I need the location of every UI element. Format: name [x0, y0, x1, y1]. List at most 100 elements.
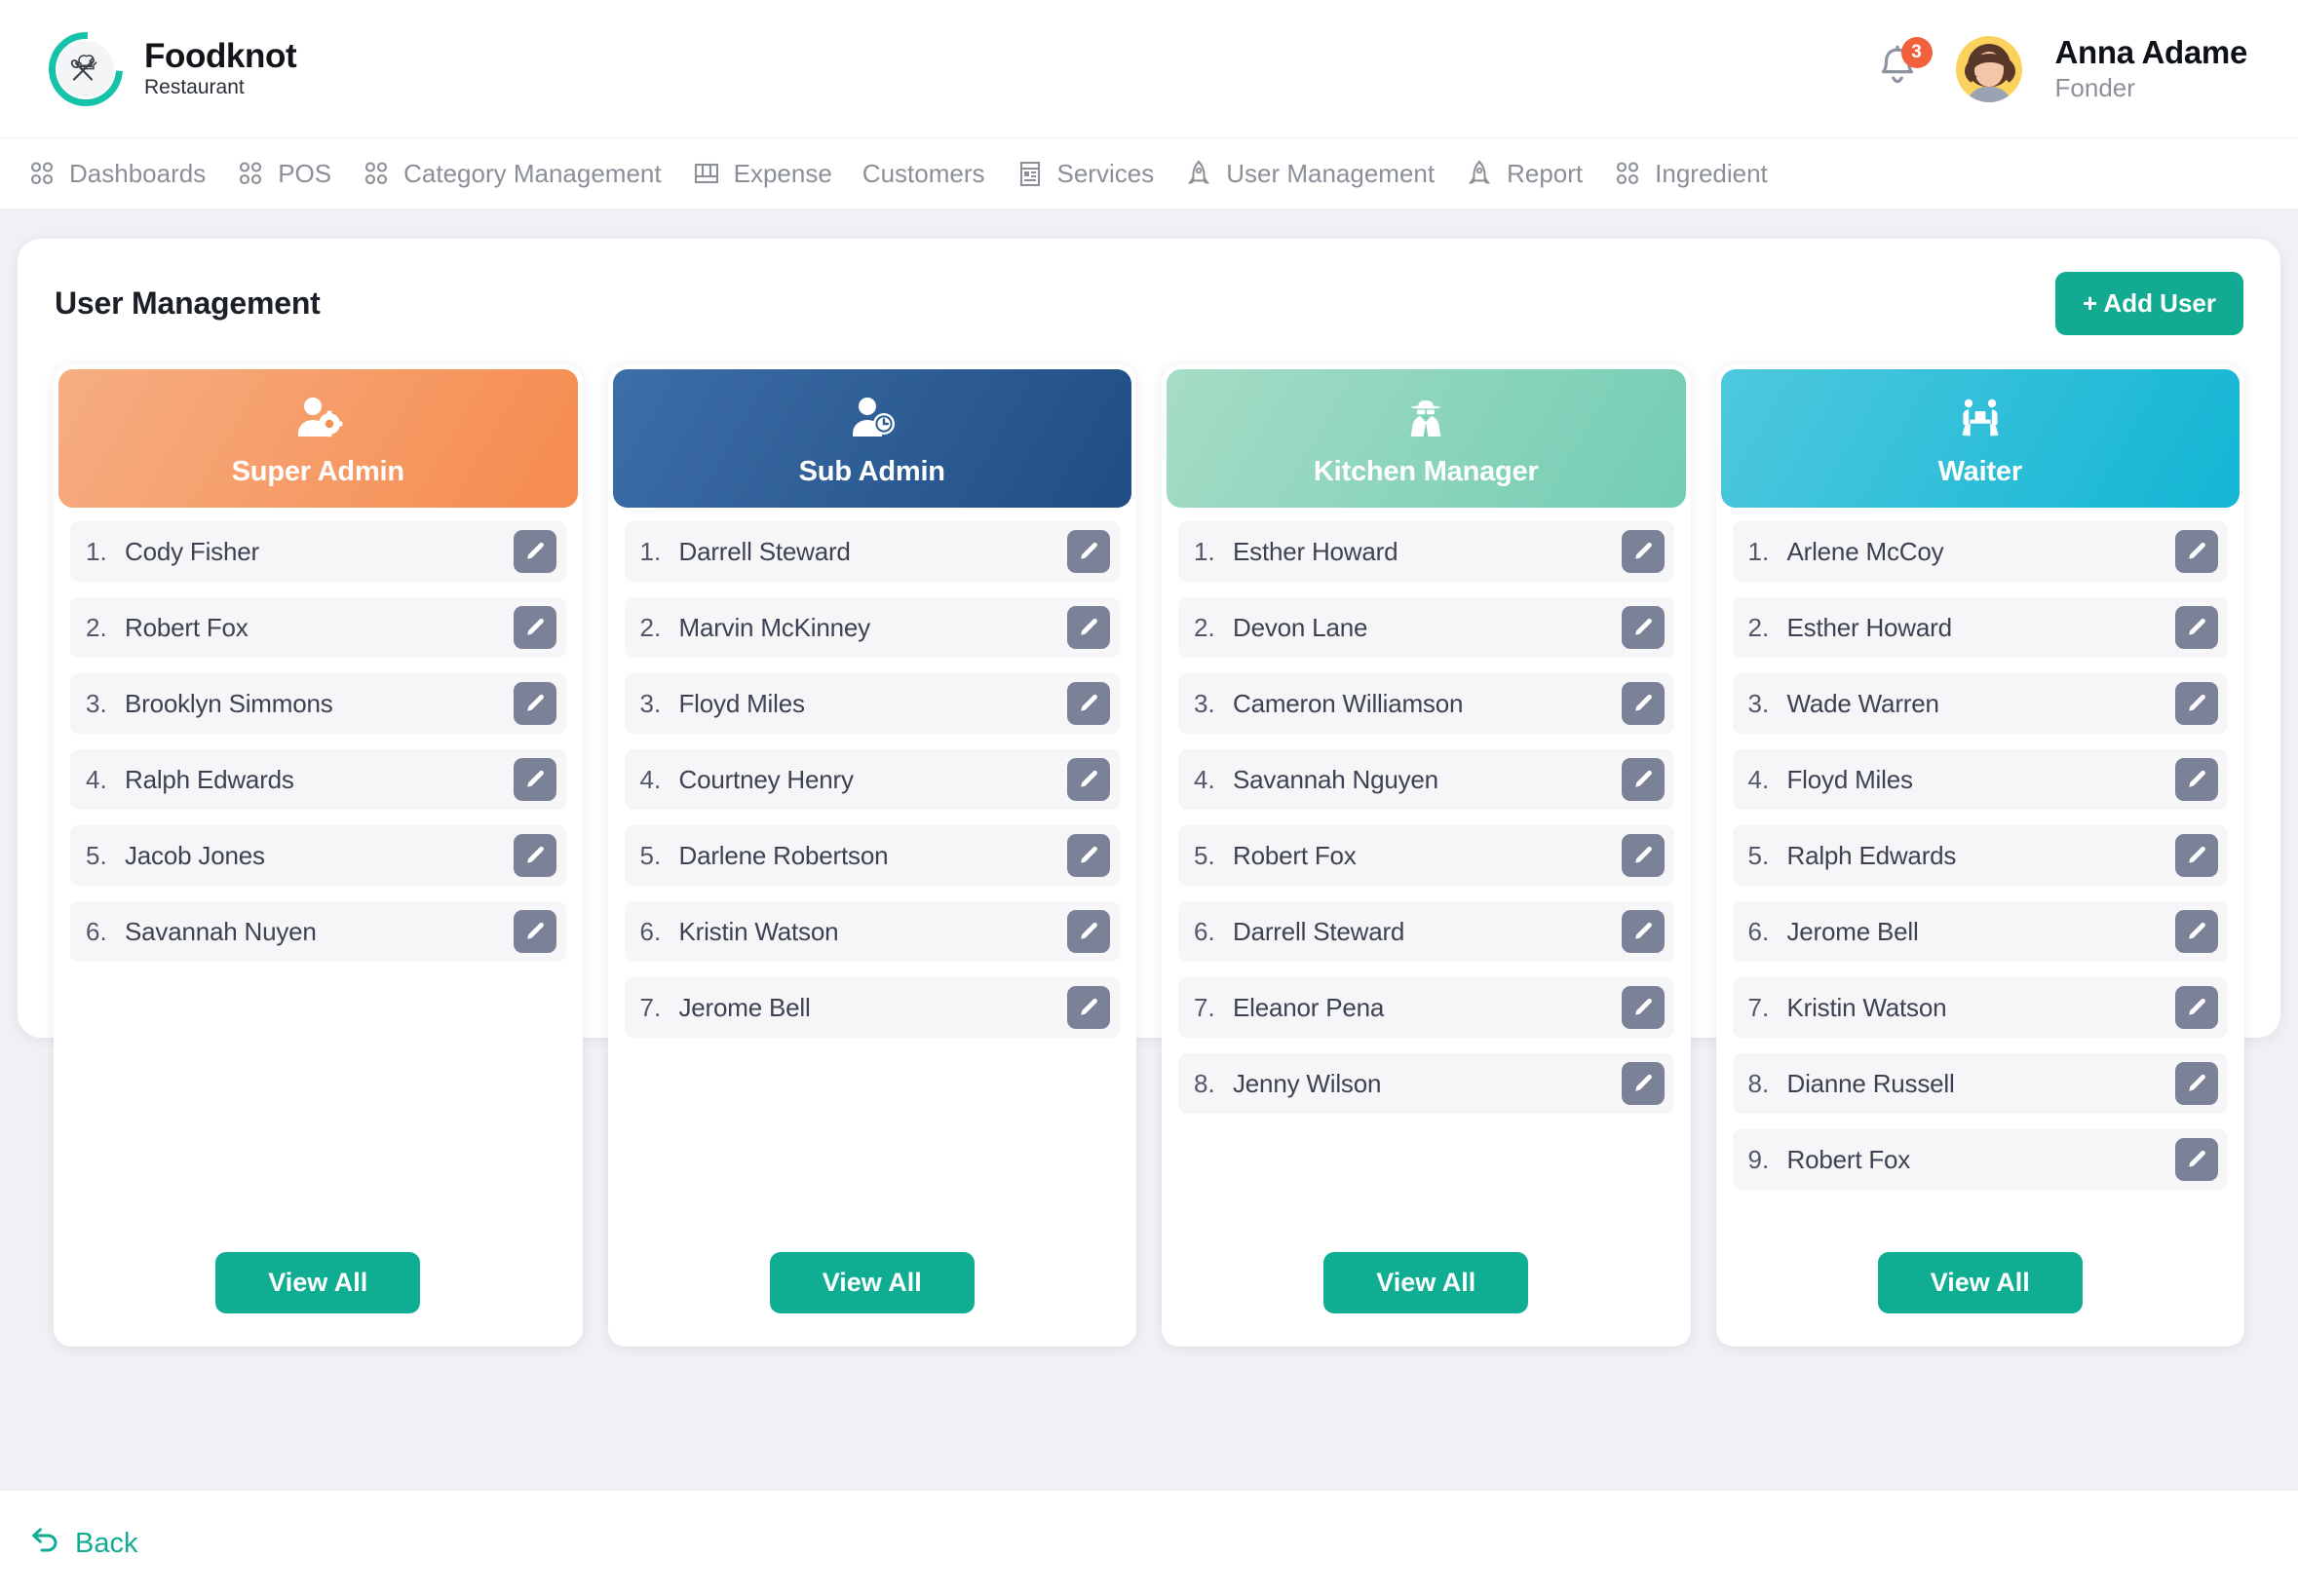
row-user-name: Darrell Steward — [1233, 917, 1622, 947]
table-columns-icon — [692, 159, 721, 188]
list-item[interactable]: 2. Robert Fox — [70, 597, 566, 658]
avatar[interactable] — [1956, 36, 2022, 102]
edit-user-button[interactable] — [1622, 758, 1665, 801]
grid-dots-icon — [236, 159, 265, 188]
edit-user-button[interactable] — [514, 682, 556, 725]
edit-user-button[interactable] — [2175, 986, 2218, 1029]
list-item[interactable]: 6. Savannah Nuyen — [70, 901, 566, 962]
edit-user-button[interactable] — [2175, 1062, 2218, 1105]
add-user-button[interactable]: + Add User — [2055, 272, 2243, 335]
edit-user-button[interactable] — [1067, 682, 1110, 725]
edit-user-button[interactable] — [1067, 834, 1110, 877]
list-item[interactable]: 5. Ralph Edwards — [1733, 825, 2229, 886]
user-list: 1. Cody Fisher 2. Robert Fox 3. Brooklyn… — [58, 508, 578, 1252]
nav-item-customers[interactable]: Customers — [862, 159, 985, 189]
back-link[interactable]: Back — [27, 1524, 137, 1563]
list-item[interactable]: 6. Kristin Watson — [625, 901, 1121, 962]
edit-user-button[interactable] — [2175, 758, 2218, 801]
view-all-button[interactable]: View All — [770, 1252, 975, 1313]
list-item[interactable]: 8. Dianne Russell — [1733, 1053, 2229, 1114]
row-index: 5. — [640, 841, 679, 871]
row-index: 5. — [1748, 841, 1787, 871]
list-item[interactable]: 6. Jerome Bell — [1733, 901, 2229, 962]
list-item[interactable]: 1. Esther Howard — [1178, 521, 1674, 582]
view-all-button[interactable]: View All — [1323, 1252, 1528, 1313]
user-profile[interactable]: Anna Adame Fonder — [2055, 35, 2247, 102]
edit-user-button[interactable] — [2175, 682, 2218, 725]
edit-user-button[interactable] — [1067, 530, 1110, 573]
list-item[interactable]: 1. Cody Fisher — [70, 521, 566, 582]
view-all-button[interactable]: View All — [1878, 1252, 2083, 1313]
list-item[interactable]: 7. Kristin Watson — [1733, 977, 2229, 1038]
list-item[interactable]: 3. Brooklyn Simmons — [70, 673, 566, 734]
row-index: 8. — [1748, 1069, 1787, 1099]
list-item[interactable]: 4. Courtney Henry — [625, 749, 1121, 810]
nav-item-user-management[interactable]: User Management — [1184, 159, 1435, 189]
list-item[interactable]: 3. Floyd Miles — [625, 673, 1121, 734]
list-item[interactable]: 8. Jenny Wilson — [1178, 1053, 1674, 1114]
edit-user-button[interactable] — [514, 758, 556, 801]
edit-user-button[interactable] — [514, 834, 556, 877]
nav-item-ingredient[interactable]: Ingredient — [1613, 159, 1768, 189]
nav-item-services[interactable]: Services — [1015, 159, 1155, 189]
nav-item-report[interactable]: Report — [1465, 159, 1583, 189]
list-item[interactable]: 7. Eleanor Pena — [1178, 977, 1674, 1038]
edit-user-button[interactable] — [1622, 682, 1665, 725]
list-item[interactable]: 3. Wade Warren — [1733, 673, 2229, 734]
pencil-edit-icon — [1631, 768, 1655, 791]
edit-user-button[interactable] — [1622, 606, 1665, 649]
notifications-button[interactable]: 3 — [1872, 41, 1923, 97]
main-navigation: Dashboards POS Category Management Expen… — [0, 137, 2298, 209]
list-item[interactable]: 5. Robert Fox — [1178, 825, 1674, 886]
edit-user-button[interactable] — [1622, 910, 1665, 953]
nav-label: Services — [1057, 159, 1155, 189]
edit-user-button[interactable] — [1067, 986, 1110, 1029]
list-item[interactable]: 6. Darrell Steward — [1178, 901, 1674, 962]
row-index: 4. — [640, 765, 679, 795]
list-item[interactable]: 1. Arlene McCoy — [1733, 521, 2229, 582]
nav-item-pos[interactable]: POS — [236, 159, 331, 189]
nav-label: User Management — [1226, 159, 1435, 189]
edit-user-button[interactable] — [2175, 530, 2218, 573]
row-user-name: Courtney Henry — [679, 765, 1068, 795]
user-list: 1. Esther Howard 2. Devon Lane 3. Camero… — [1167, 508, 1686, 1252]
list-item[interactable]: 4. Floyd Miles — [1733, 749, 2229, 810]
edit-user-button[interactable] — [2175, 1138, 2218, 1181]
edit-user-button[interactable] — [1622, 1062, 1665, 1105]
edit-user-button[interactable] — [1622, 834, 1665, 877]
role-title: Kitchen Manager — [1176, 456, 1676, 488]
list-item[interactable]: 2. Devon Lane — [1178, 597, 1674, 658]
row-index: 4. — [86, 765, 125, 795]
role-card-header: Kitchen Manager — [1167, 369, 1686, 508]
list-item[interactable]: 5. Jacob Jones — [70, 825, 566, 886]
row-index: 3. — [640, 689, 679, 719]
user-name: Anna Adame — [2055, 35, 2247, 71]
edit-user-button[interactable] — [1067, 606, 1110, 649]
edit-user-button[interactable] — [1622, 530, 1665, 573]
list-item[interactable]: 9. Robert Fox — [1733, 1129, 2229, 1190]
edit-user-button[interactable] — [1067, 910, 1110, 953]
list-item[interactable]: 4. Ralph Edwards — [70, 749, 566, 810]
brand-logo[interactable]: Foodknot Restaurant — [41, 32, 296, 106]
edit-user-button[interactable] — [514, 530, 556, 573]
edit-user-button[interactable] — [514, 606, 556, 649]
nav-item-category-management[interactable]: Category Management — [362, 159, 661, 189]
nav-item-dashboards[interactable]: Dashboards — [27, 159, 206, 189]
edit-user-button[interactable] — [1067, 758, 1110, 801]
list-item[interactable]: 4. Savannah Nguyen — [1178, 749, 1674, 810]
row-user-name: Cameron Williamson — [1233, 689, 1622, 719]
list-item[interactable]: 2. Esther Howard — [1733, 597, 2229, 658]
edit-user-button[interactable] — [514, 910, 556, 953]
edit-user-button[interactable] — [2175, 606, 2218, 649]
card-footer: View All — [58, 1252, 578, 1347]
list-item[interactable]: 5. Darlene Robertson — [625, 825, 1121, 886]
list-item[interactable]: 7. Jerome Bell — [625, 977, 1121, 1038]
edit-user-button[interactable] — [2175, 834, 2218, 877]
view-all-button[interactable]: View All — [215, 1252, 420, 1313]
list-item[interactable]: 3. Cameron Williamson — [1178, 673, 1674, 734]
edit-user-button[interactable] — [2175, 910, 2218, 953]
list-item[interactable]: 1. Darrell Steward — [625, 521, 1121, 582]
edit-user-button[interactable] — [1622, 986, 1665, 1029]
nav-item-expense[interactable]: Expense — [692, 159, 832, 189]
list-item[interactable]: 2. Marvin McKinney — [625, 597, 1121, 658]
